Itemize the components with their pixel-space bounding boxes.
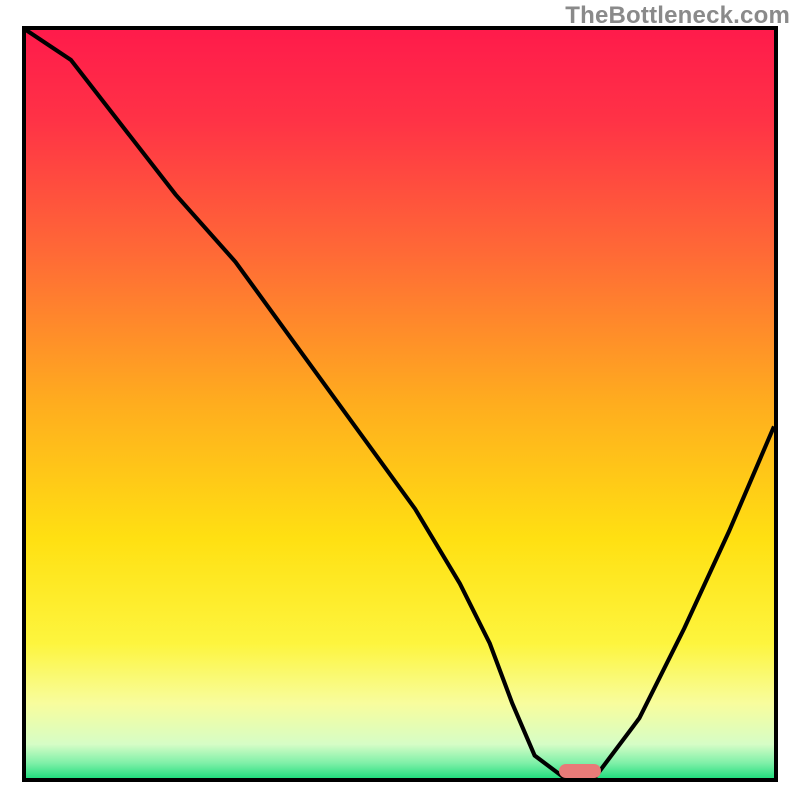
curve-path — [26, 30, 774, 778]
chart-plot-area — [22, 26, 778, 782]
chart-frame: TheBottleneck.com — [0, 0, 800, 800]
bottleneck-curve — [26, 30, 774, 778]
optimal-marker — [559, 764, 601, 778]
watermark-text: TheBottleneck.com — [565, 2, 790, 30]
